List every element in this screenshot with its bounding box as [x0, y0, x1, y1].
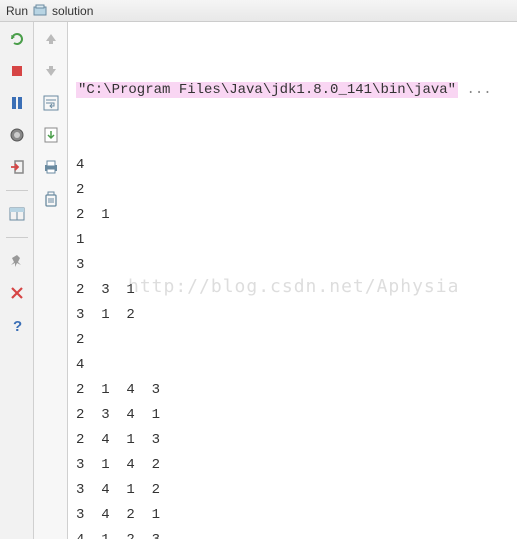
console-output[interactable]: "C:\Program Files\Java\jdk1.8.0_141\bin\… [68, 22, 517, 539]
exit-button[interactable] [6, 156, 28, 178]
output-line: 2 3 1 [76, 278, 509, 303]
close-button[interactable] [6, 282, 28, 304]
output-lines: 422 1132 3 13 1 2242 1 4 32 3 4 12 4 1 3… [76, 153, 509, 539]
toolbar-separator [6, 237, 28, 238]
layout-button[interactable] [6, 203, 28, 225]
toolbar-separator [6, 190, 28, 191]
output-line: 1 [76, 228, 509, 253]
stop-button[interactable] [6, 60, 28, 82]
output-line: 2 1 4 3 [76, 378, 509, 403]
soft-wrap-button[interactable] [40, 92, 62, 114]
console-toolbar [34, 22, 68, 539]
command-text: "C:\Program Files\Java\jdk1.8.0_141\bin\… [76, 82, 458, 98]
run-config-icon [32, 3, 48, 19]
output-line: 2 1 [76, 203, 509, 228]
command-line: "C:\Program Files\Java\jdk1.8.0_141\bin\… [76, 78, 509, 103]
command-ellipsis: ... [458, 82, 492, 98]
run-config-title: solution [52, 4, 93, 18]
print-button[interactable] [40, 156, 62, 178]
output-line: 3 [76, 253, 509, 278]
pause-button[interactable] [6, 92, 28, 114]
output-line: 2 [76, 178, 509, 203]
left-toolbar: ? [0, 22, 34, 539]
output-line: 3 1 4 2 [76, 453, 509, 478]
output-line: 2 3 4 1 [76, 403, 509, 428]
output-line: 2 [76, 328, 509, 353]
help-button[interactable]: ? [6, 314, 28, 336]
output-line: 4 1 2 3 [76, 528, 509, 539]
down-button[interactable] [40, 60, 62, 82]
output-line: 3 4 2 1 [76, 503, 509, 528]
clear-all-button[interactable] [40, 188, 62, 210]
run-label: Run [6, 4, 28, 18]
pin-button[interactable] [6, 250, 28, 272]
svg-text:?: ? [13, 318, 22, 332]
run-tool-header: Run solution [0, 0, 517, 22]
output-line: 4 [76, 153, 509, 178]
up-button[interactable] [40, 28, 62, 50]
output-line: 3 1 2 [76, 303, 509, 328]
rerun-button[interactable] [6, 28, 28, 50]
scroll-to-end-button[interactable] [40, 124, 62, 146]
output-line: 3 4 1 2 [76, 478, 509, 503]
run-tool-body: ? "C:\Program Files\Java\jdk1.8.0_141\bi… [0, 22, 517, 539]
output-line: 4 [76, 353, 509, 378]
output-line: 2 4 1 3 [76, 428, 509, 453]
dump-threads-button[interactable] [6, 124, 28, 146]
